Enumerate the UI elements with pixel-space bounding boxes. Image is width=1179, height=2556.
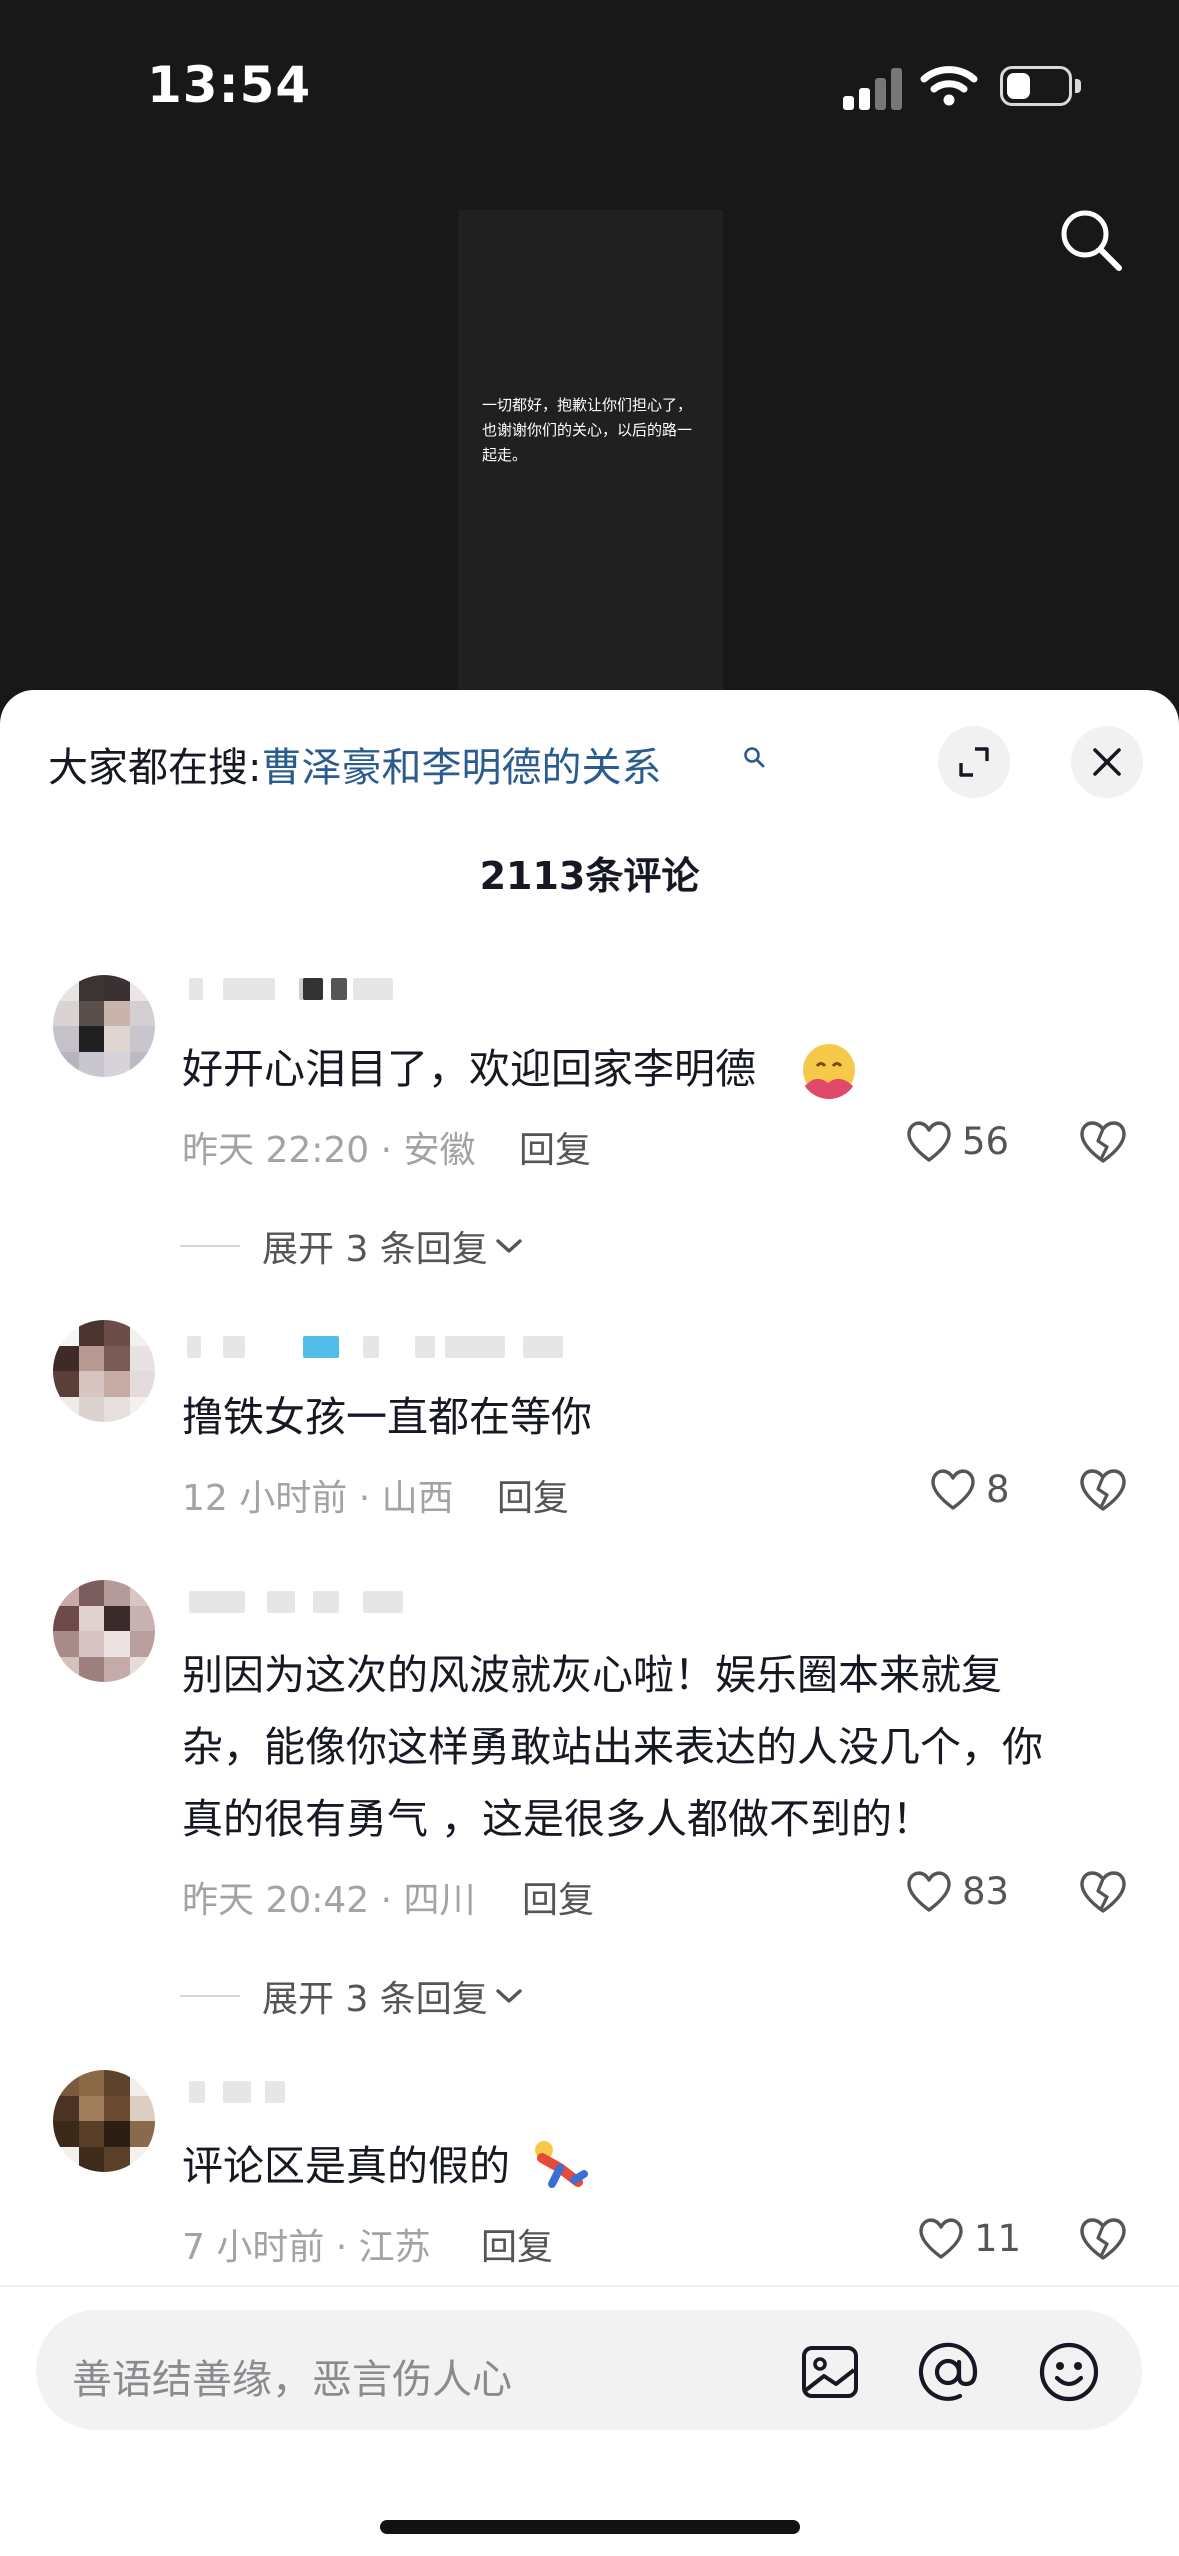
reply-button[interactable]: 回复	[481, 2218, 553, 2270]
comment-text: 好开心泪目了，欢迎回家李明德	[182, 1045, 756, 1093]
close-button[interactable]	[1071, 726, 1143, 798]
comment-meta: 昨天 22:20 · 安徽	[182, 1130, 476, 1171]
comment-text: 撸铁女孩一直都在等你	[182, 1393, 592, 1441]
search-icon	[744, 747, 765, 768]
divider-line	[180, 1245, 240, 1247]
wifi-icon	[920, 66, 978, 106]
comment-text: 杂，能像你这样勇敢站出来表达的人没几个，你	[182, 1723, 1043, 1771]
chevron-down-icon	[496, 1239, 522, 1253]
heart-icon[interactable]	[928, 1466, 978, 1512]
chevron-down-icon	[496, 1989, 522, 2003]
cellular-signal-icon	[843, 68, 905, 110]
comment-input-placeholder: 善语结善缘，恶言伤人心	[72, 2357, 512, 2403]
comment-text: 评论区是真的假的	[182, 2142, 510, 2190]
comment-meta: 昨天 20:42 · 四川	[182, 1880, 476, 1921]
falling-person-emoji	[535, 2141, 588, 2188]
avatar[interactable]	[53, 1320, 155, 1422]
username[interactable]	[183, 1330, 643, 1360]
comment-text: 别因为这次的风波就灰心啦！娱乐圈本来就复	[182, 1651, 1002, 1699]
expand-replies-button[interactable]: 展开 3 条回复	[180, 1220, 524, 1272]
reply-button[interactable]: 回复	[522, 1871, 594, 1923]
image-icon[interactable]	[798, 2340, 862, 2404]
expand-replies-label: 展开 3 条回复	[262, 1229, 488, 1270]
hot-search-prefix: 大家都在搜:	[48, 745, 262, 791]
hugging-face-emoji	[803, 1044, 855, 1099]
comment-meta: 7 小时前 · 江苏	[182, 2227, 431, 2268]
broken-heart-icon[interactable]	[1077, 1465, 1129, 1513]
close-icon	[1093, 748, 1121, 776]
reply-button[interactable]: 回复	[519, 1121, 591, 1173]
battery-icon	[1000, 66, 1072, 106]
status-time: 13:54	[147, 56, 312, 114]
reply-button[interactable]: 回复	[497, 1469, 569, 1521]
search-icon[interactable]	[1057, 206, 1125, 274]
avatar[interactable]	[53, 2070, 155, 2172]
like-count: 56	[962, 1120, 1010, 1163]
username[interactable]	[183, 2075, 643, 2105]
like-count: 8	[986, 1468, 1010, 1511]
expand-replies-label: 展开 3 条回复	[262, 1979, 488, 2020]
hot-search-bar[interactable]: 大家都在搜:曹泽豪和李明德的关系	[48, 735, 661, 793]
broken-heart-icon[interactable]	[1077, 2214, 1129, 2262]
like-count: 83	[962, 1870, 1010, 1913]
username[interactable]	[183, 1585, 643, 1615]
comment-meta: 12 小时前 · 山西	[182, 1478, 454, 1519]
comment-text: 真的很有勇气 ，这是很多人都做不到的！	[182, 1795, 934, 1843]
video-caption: 一切都好，抱歉让你们担心了，也谢谢你们的关心，以后的路一起走。	[482, 396, 693, 464]
heart-icon[interactable]	[916, 2215, 966, 2261]
comment-sheet	[0, 690, 1179, 2556]
divider	[0, 2285, 1179, 2287]
username[interactable]	[183, 972, 643, 1002]
at-icon[interactable]	[916, 2340, 980, 2404]
broken-heart-icon[interactable]	[1077, 1867, 1129, 1915]
comments-count: 2113条评论	[479, 854, 700, 898]
avatar[interactable]	[53, 1580, 155, 1682]
avatar[interactable]	[53, 975, 155, 1077]
expand-button[interactable]	[938, 726, 1010, 798]
heart-icon[interactable]	[904, 1118, 954, 1164]
broken-heart-icon[interactable]	[1077, 1117, 1129, 1165]
battery-level	[1007, 73, 1030, 99]
expand-icon	[959, 747, 989, 777]
hot-search-link[interactable]: 曹泽豪和李明德的关系	[261, 745, 661, 791]
home-indicator[interactable]	[380, 2520, 800, 2534]
smiley-icon[interactable]	[1037, 2340, 1101, 2404]
expand-replies-button[interactable]: 展开 3 条回复	[180, 1970, 524, 2022]
battery-cap	[1075, 79, 1081, 93]
heart-icon[interactable]	[904, 1868, 954, 1914]
divider-line	[180, 1995, 240, 1997]
like-count: 11	[974, 2217, 1022, 2260]
